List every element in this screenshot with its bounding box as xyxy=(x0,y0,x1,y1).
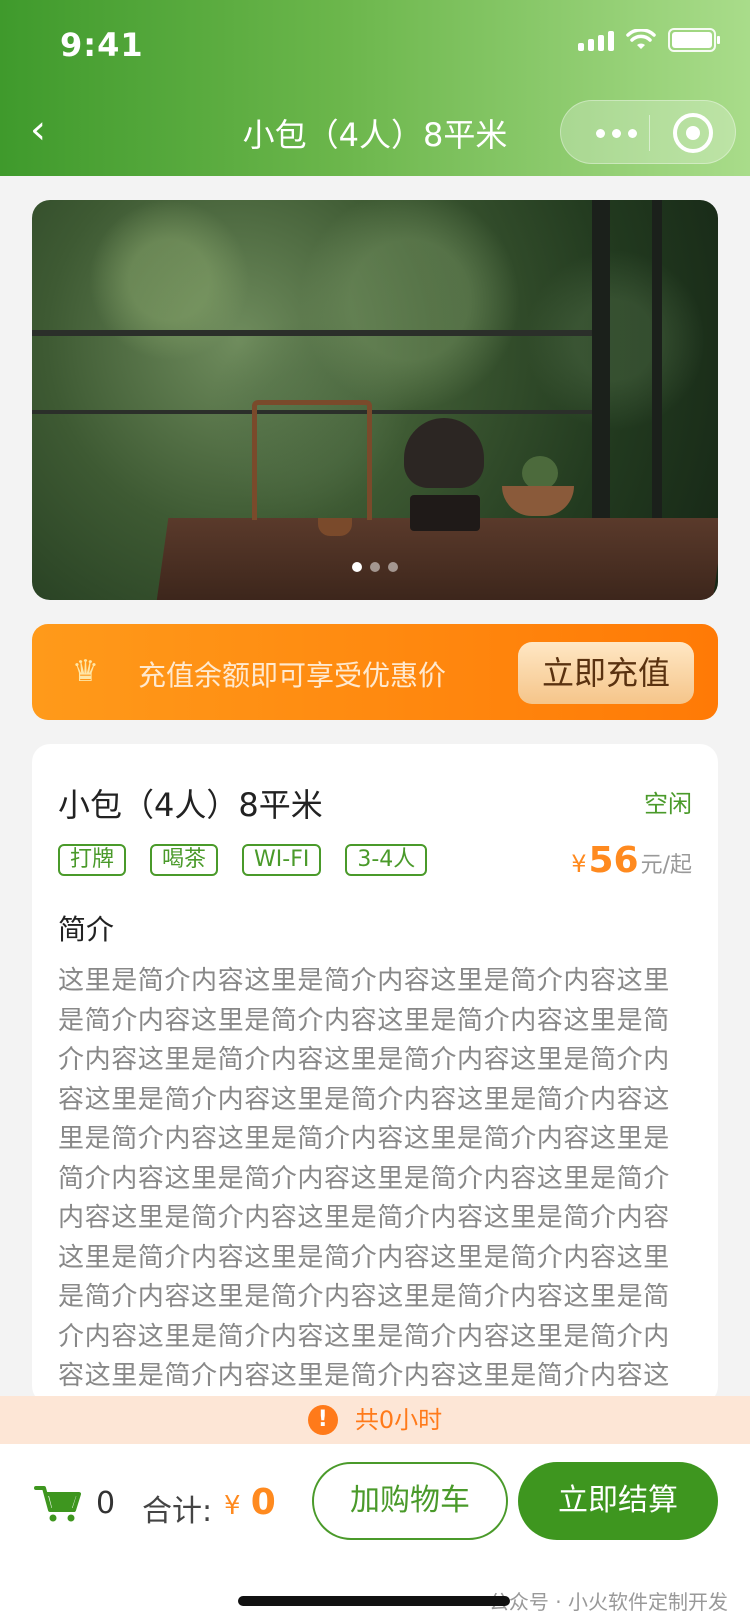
room-tag: 打牌 xyxy=(58,844,127,876)
capsule-divider xyxy=(649,115,650,151)
cart-count: 0 xyxy=(96,1486,116,1521)
recharge-button[interactable]: 立即充值 xyxy=(518,642,694,704)
banner-carousel[interactable] xyxy=(32,200,718,600)
wifi-icon xyxy=(626,29,656,49)
crown-icon: ♛ xyxy=(72,654,99,689)
banner-cup xyxy=(318,518,352,536)
cart-icon[interactable] xyxy=(34,1484,82,1524)
alert-icon: ! xyxy=(307,1405,338,1435)
add-to-cart-button[interactable]: 加购物车 xyxy=(312,1462,508,1540)
header: 9:41 ‹ 小包（4人）8平米 xyxy=(0,0,750,176)
duration-text: 共0小时 xyxy=(354,1406,443,1434)
signal-icon xyxy=(578,29,614,51)
total-amount: ¥ 0 xyxy=(224,1482,276,1523)
price-symbol: ¥ xyxy=(571,850,587,878)
bottom-action-bar: 0 合计: ¥ 0 加购物车 立即结算 公众号 · 小火软件定制开发 xyxy=(0,1444,750,1624)
room-tag: WI-FI xyxy=(242,844,322,876)
room-tags: 打牌 喝茶 WI-FI 3-4人 xyxy=(58,844,428,876)
checkout-button[interactable]: 立即结算 xyxy=(518,1462,718,1540)
more-icon[interactable] xyxy=(581,111,651,155)
room-detail-card: 小包（4人）8平米 空闲 打牌 喝茶 WI-FI 3-4人 ¥ 56 元/起 简… xyxy=(32,744,718,1470)
carousel-dot[interactable] xyxy=(388,562,398,572)
mini-program-capsule xyxy=(560,100,736,164)
total-label: 合计: xyxy=(142,1494,213,1529)
banner-tea-stand xyxy=(252,400,372,520)
recharge-text: 充值余额即可享受优惠价 xyxy=(138,659,447,692)
room-price: ¥ 56 元/起 xyxy=(571,840,692,881)
nav-bar: ‹ 小包（4人）8平米 xyxy=(0,92,750,172)
price-value: 56 xyxy=(588,840,639,881)
banner-teapot xyxy=(404,418,484,488)
recharge-promo-bar: ♛ 充值余额即可享受优惠价 立即充值 xyxy=(32,624,718,720)
wechat-watermark: 公众号 · 小火软件定制开发 xyxy=(488,1590,728,1614)
carousel-dots xyxy=(32,562,718,572)
intro-title: 简介 xyxy=(58,913,115,946)
carousel-dot[interactable] xyxy=(352,562,362,572)
banner-plant xyxy=(522,456,558,490)
banner-rail xyxy=(32,330,592,336)
system-icons xyxy=(578,28,720,52)
room-tag: 喝茶 xyxy=(150,844,219,876)
banner-teapot-base xyxy=(410,495,480,531)
total-value: 0 xyxy=(250,1482,276,1523)
status-bar: 9:41 xyxy=(0,0,750,90)
total-symbol: ¥ xyxy=(224,1491,241,1521)
status-time: 9:41 xyxy=(60,26,144,64)
carousel-dot[interactable] xyxy=(370,562,380,572)
price-unit: 元/起 xyxy=(640,853,692,878)
battery-icon xyxy=(668,28,720,52)
home-indicator xyxy=(238,1596,510,1606)
room-name: 小包（4人）8平米 xyxy=(58,786,323,824)
close-target-icon[interactable] xyxy=(673,113,713,153)
room-status: 空闲 xyxy=(644,790,692,818)
duration-notice: ! 共0小时 xyxy=(0,1396,750,1444)
room-tag: 3-4人 xyxy=(345,844,428,876)
